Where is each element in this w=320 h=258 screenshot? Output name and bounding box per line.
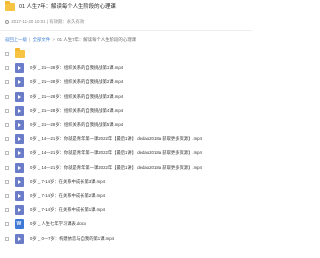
select-checkbox[interactable] xyxy=(5,222,9,227)
file-name[interactable]: 0岁 _ 14—21岁：你就是青年第一课2022年【最后1讲】 dedao201… xyxy=(30,136,202,142)
file-name[interactable]: 0岁 _ 21—28岁：组织关系的自我挑战第5课.mp4 xyxy=(30,122,123,128)
file-row[interactable]: 0岁 _ 7-14岁：在关系中成长第2课.mp4 xyxy=(0,189,252,203)
video-file-icon xyxy=(15,120,24,130)
select-checkbox[interactable] xyxy=(5,108,9,113)
file-name[interactable]: 0岁 _ 7-14岁：在关系中成长第3课.mp4 xyxy=(30,179,105,185)
folder-icon xyxy=(5,1,15,11)
breadcrumb-separator: | xyxy=(29,37,31,42)
breadcrumb-current: 01 人生7年：解读每个人生阶段的心理课 xyxy=(57,37,137,42)
share-expiry: 有效期：永久有效 xyxy=(49,19,85,24)
file-row[interactable]: 0岁 _ 21—28岁：组织关系的自我挑战第3课.mp4 xyxy=(0,90,252,104)
video-file-icon xyxy=(15,63,24,74)
file-name[interactable]: 0岁 _ 人生七年学习课表.docx xyxy=(30,221,86,227)
video-file-icon xyxy=(15,77,24,88)
file-row[interactable]: 0岁 _ 14—21岁：你就是青年第一课2022年【最后1讲】 dedao201… xyxy=(0,146,252,160)
video-file-icon xyxy=(15,205,24,216)
select-checkbox[interactable] xyxy=(5,208,9,213)
select-checkbox[interactable] xyxy=(5,66,9,71)
file-name[interactable]: 0岁 _ 21—28岁：组织关系的自我挑战第1课.mp4 xyxy=(30,65,123,71)
file-row[interactable]: 0岁 _ 21—28岁：组织关系的自我挑战第2课.mp4 xyxy=(0,75,252,89)
word-doc-icon xyxy=(15,219,24,230)
file-row[interactable]: 0岁 _ 7-14岁：在关系中成长第1课.mp4 xyxy=(0,203,252,217)
select-checkbox[interactable] xyxy=(5,123,9,127)
select-checkbox[interactable] xyxy=(5,165,9,170)
file-name[interactable]: 0岁 _ 0—7岁：构建依恋与自我的第1课.mp4 xyxy=(30,236,114,242)
share-date: 2017-11-20 10:01 xyxy=(11,19,46,24)
breadcrumb: 返回上一级 | 全部文件 > 01 人生7年：解读每个人生阶段的心理课 xyxy=(5,37,136,43)
file-name[interactable]: 0岁 _ 14—21岁：你就是青年第一课2022年【最后1讲】 dedao201… xyxy=(30,165,202,171)
file-row[interactable]: 0岁 _ 21—28岁：组织关系的自我挑战第1课.mp4 xyxy=(0,61,252,75)
video-file-icon xyxy=(15,105,24,116)
all-files-link[interactable]: 全部文件 xyxy=(33,37,51,42)
select-checkbox[interactable] xyxy=(5,52,9,56)
file-name[interactable]: 0岁 _ 21—28岁：组织关系的自我挑战第3课.mp4 xyxy=(30,94,123,100)
file-row[interactable]: 0岁 _ 人生七年学习课表.docx xyxy=(0,217,252,231)
video-file-icon xyxy=(15,176,24,187)
select-checkbox[interactable] xyxy=(5,151,9,156)
video-file-icon xyxy=(15,148,24,159)
file-name[interactable]: 0岁 _ 21—28岁：组织关系的自我挑战第4课.mp4 xyxy=(30,108,123,114)
header-divider xyxy=(0,30,252,31)
video-file-icon xyxy=(15,134,24,145)
file-row[interactable]: 0岁 _ 0—7岁：构建依恋与自我的第1课.mp4 xyxy=(0,232,252,246)
video-file-icon xyxy=(15,233,24,244)
file-name[interactable]: 0岁 _ 7-14岁：在关系中成长第1课.mp4 xyxy=(30,207,105,213)
select-checkbox[interactable] xyxy=(5,137,9,142)
select-checkbox[interactable] xyxy=(5,236,9,241)
file-name[interactable]: 0岁 _ 21—28岁：组织关系的自我挑战第2课.mp4 xyxy=(30,79,123,85)
select-checkbox[interactable] xyxy=(5,80,9,85)
select-checkbox[interactable] xyxy=(5,179,9,184)
file-name[interactable]: 0岁 _ 7-14岁：在关系中成长第2课.mp4 xyxy=(30,193,105,199)
file-row[interactable]: 0岁 _ 14—21岁：你就是青年第一课2022年【最后1讲】 dedao201… xyxy=(0,132,252,146)
folder-icon xyxy=(15,48,25,58)
video-file-icon xyxy=(15,162,24,173)
share-meta: 2017-11-20 10:01 | 有效期：永久有效 xyxy=(5,19,84,25)
select-checkbox[interactable] xyxy=(5,194,9,198)
video-file-icon xyxy=(15,191,24,201)
back-link[interactable]: 返回上一级 xyxy=(5,37,27,42)
file-row[interactable]: 0岁 _ 21—28岁：组织关系的自我挑战第5课.mp4 xyxy=(0,118,252,132)
breadcrumb-separator: > xyxy=(52,37,55,42)
folder-row[interactable] xyxy=(0,47,252,61)
file-row[interactable]: 0岁 _ 14—21岁：你就是青年第一课2022年【最后1讲】 dedao201… xyxy=(0,161,252,175)
video-file-icon xyxy=(15,91,24,102)
file-name[interactable]: 0岁 _ 14—21岁：你就是青年第一课2022年【最后1讲】 dedao201… xyxy=(30,150,202,156)
file-row[interactable]: 0岁 _ 7-14岁：在关系中成长第3课.mp4 xyxy=(0,175,252,189)
clock-icon xyxy=(5,20,9,24)
file-row[interactable]: 0岁 _ 21—28岁：组织关系的自我挑战第4课.mp4 xyxy=(0,104,252,118)
page-title: 01 人生7年：解读每个人生阶段的心理课 xyxy=(19,4,116,10)
select-checkbox[interactable] xyxy=(5,94,9,99)
